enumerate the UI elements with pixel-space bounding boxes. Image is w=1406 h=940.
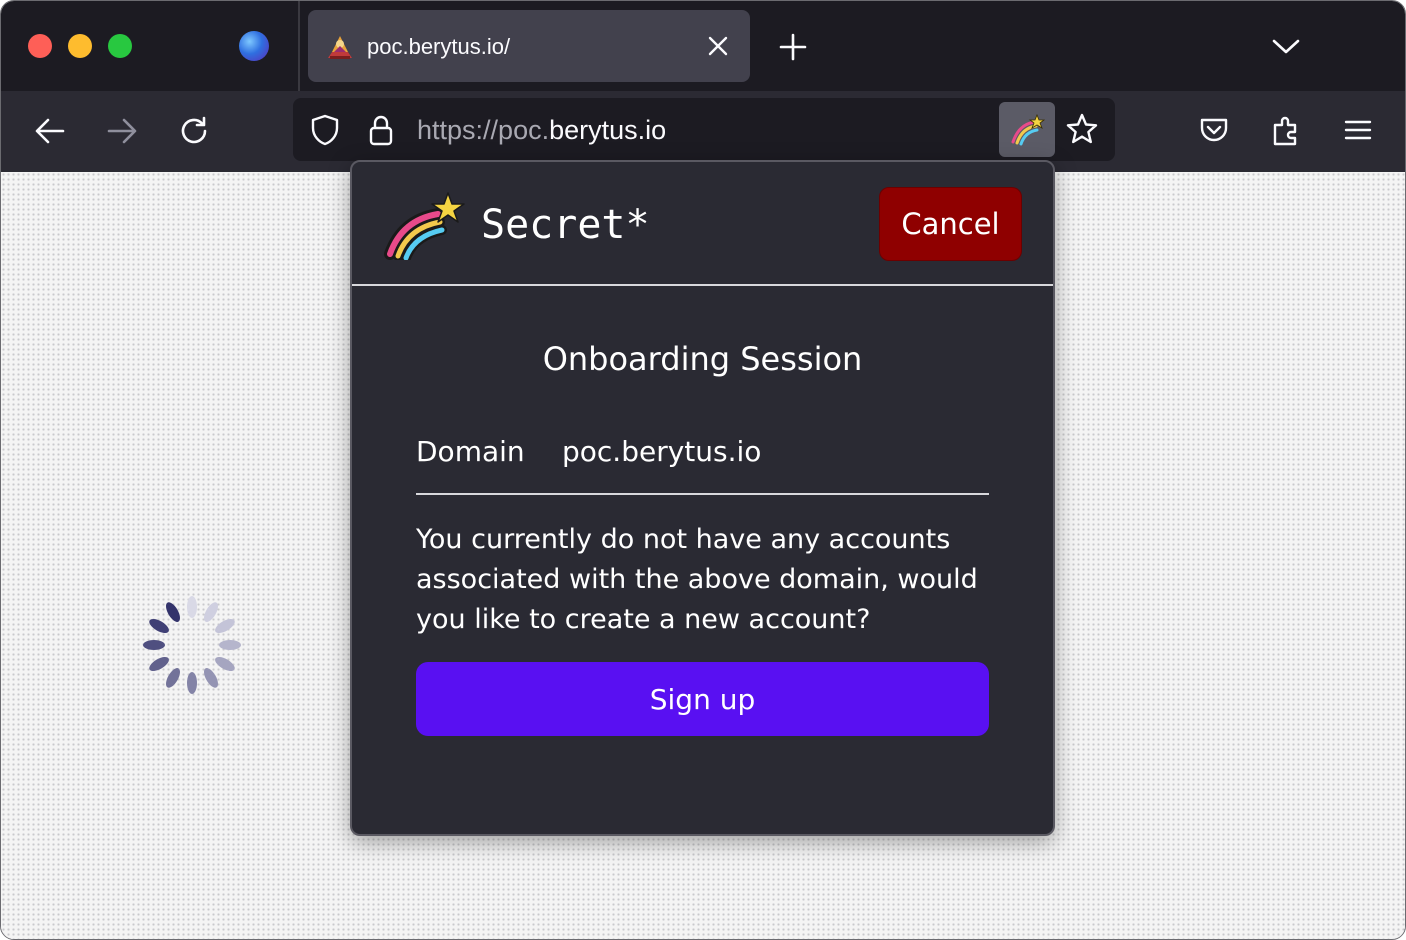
- tab-divider: [298, 1, 300, 91]
- hamburger-menu-icon[interactable]: [1341, 113, 1375, 147]
- url-text[interactable]: https://poc.berytus.io: [417, 115, 666, 146]
- cancel-button[interactable]: Cancel: [879, 187, 1022, 261]
- shield-icon[interactable]: [308, 113, 342, 147]
- url-bar[interactable]: https://poc.berytus.io: [293, 98, 1115, 161]
- url-domain: berytus.io: [549, 115, 667, 145]
- url-subdomain: poc.: [498, 115, 550, 145]
- rainbow-star-icon: [1011, 113, 1045, 146]
- header-divider: [352, 284, 1053, 286]
- domain-value: poc.berytus.io: [562, 435, 762, 468]
- pocket-icon[interactable]: [1197, 113, 1231, 147]
- browser-window: poc.berytus.io/ https://poc.berytus.io S…: [0, 0, 1406, 940]
- zoom-window-button[interactable]: [108, 34, 132, 58]
- domain-divider: [416, 493, 989, 495]
- tab-title: poc.berytus.io/: [367, 34, 511, 59]
- close-icon[interactable]: [705, 33, 731, 59]
- star-bookmark-icon[interactable]: [1065, 112, 1099, 146]
- secret-extension-button[interactable]: [999, 102, 1055, 157]
- no-accounts-message: You currently do not have any accounts a…: [416, 524, 978, 635]
- url-scheme: https://: [417, 115, 499, 145]
- reload-icon[interactable]: [177, 114, 211, 148]
- sign-up-button[interactable]: Sign up: [416, 662, 989, 736]
- back-arrow-icon[interactable]: [33, 114, 67, 148]
- secret-popup: Secret* Cancel Onboarding Session Domain…: [350, 160, 1055, 836]
- forward-arrow-icon[interactable]: [105, 114, 139, 148]
- berytus-favicon-icon: [328, 36, 352, 59]
- popup-brand-name: Secret*: [481, 202, 650, 248]
- profile-icon[interactable]: [239, 31, 269, 61]
- tab-strip: poc.berytus.io/: [1, 1, 1405, 91]
- tab-active[interactable]: poc.berytus.io/: [308, 10, 750, 82]
- plus-icon[interactable]: [779, 33, 807, 61]
- close-window-button[interactable]: [28, 34, 52, 58]
- extensions-icon[interactable]: [1270, 113, 1304, 147]
- rainbow-star-logo-icon: [384, 192, 465, 260]
- minimize-window-button[interactable]: [68, 34, 92, 58]
- loading-spinner-icon: [143, 596, 241, 694]
- lock-icon[interactable]: [364, 113, 398, 147]
- session-title: Onboarding Session: [542, 340, 863, 378]
- chevron-down-icon[interactable]: [1271, 33, 1301, 59]
- domain-label: Domain: [416, 435, 525, 468]
